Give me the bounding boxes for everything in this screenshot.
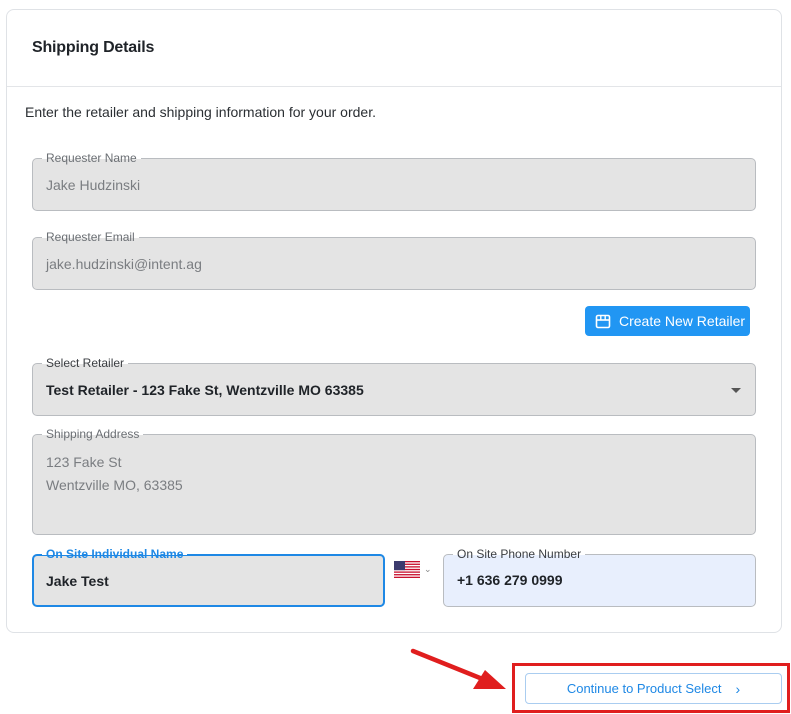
address-line-1: 123 Fake St xyxy=(46,454,122,470)
continue-to-product-select-button[interactable]: Continue to Product Select › xyxy=(525,673,782,704)
chevron-right-icon: › xyxy=(735,680,741,697)
create-new-retailer-label: Create New Retailer xyxy=(619,313,746,329)
shipping-address-label: Shipping Address xyxy=(42,427,144,441)
chevron-down-icon: ⌄ xyxy=(424,564,432,574)
requester-name-label: Requester Name xyxy=(42,151,141,165)
on-site-name-input[interactable]: On Site Individual Name Jake Test xyxy=(32,547,385,607)
on-site-phone-input[interactable]: On Site Phone Number +1 636 279 0999 xyxy=(443,547,756,607)
create-new-retailer-button[interactable]: Create New Retailer xyxy=(585,306,750,336)
card-header: Shipping Details xyxy=(7,10,781,87)
store-icon xyxy=(595,314,611,328)
requester-email-label: Requester Email xyxy=(42,230,139,244)
card-title: Shipping Details xyxy=(32,39,155,56)
requester-name-field[interactable]: Requester Name Jake Hudzinski xyxy=(32,151,756,211)
annotation-arrow-icon xyxy=(410,648,506,689)
continue-button-label: Continue to Product Select xyxy=(566,681,722,696)
requester-name-value: Jake Hudzinski xyxy=(46,177,141,193)
country-selector[interactable]: ⌄ xyxy=(394,561,432,578)
address-line-2: Wentzville MO, 63385 xyxy=(46,477,183,493)
intro-text: Enter the retailer and shipping informat… xyxy=(25,104,376,120)
requester-email-field[interactable]: Requester Email jake.hudzinski@intent.ag xyxy=(32,230,756,290)
shipping-address-value: 123 Fake St Wentzville MO, 63385 xyxy=(46,451,183,497)
on-site-name-value: Jake Test xyxy=(46,573,109,589)
select-retailer-value: Test Retailer - 123 Fake St, Wentzville … xyxy=(46,382,364,398)
on-site-phone-value: +1 636 279 0999 xyxy=(457,572,563,588)
shipping-address-field[interactable]: Shipping Address 123 Fake St Wentzville … xyxy=(32,427,756,535)
select-retailer-dropdown[interactable]: Select Retailer Test Retailer - 123 Fake… xyxy=(32,356,756,416)
on-site-phone-label: On Site Phone Number xyxy=(453,547,586,561)
select-retailer-label: Select Retailer xyxy=(42,356,129,370)
us-flag-icon xyxy=(394,561,420,578)
on-site-name-label: On Site Individual Name xyxy=(42,547,188,561)
requester-email-value: jake.hudzinski@intent.ag xyxy=(46,256,202,272)
caret-down-icon[interactable] xyxy=(731,388,741,393)
